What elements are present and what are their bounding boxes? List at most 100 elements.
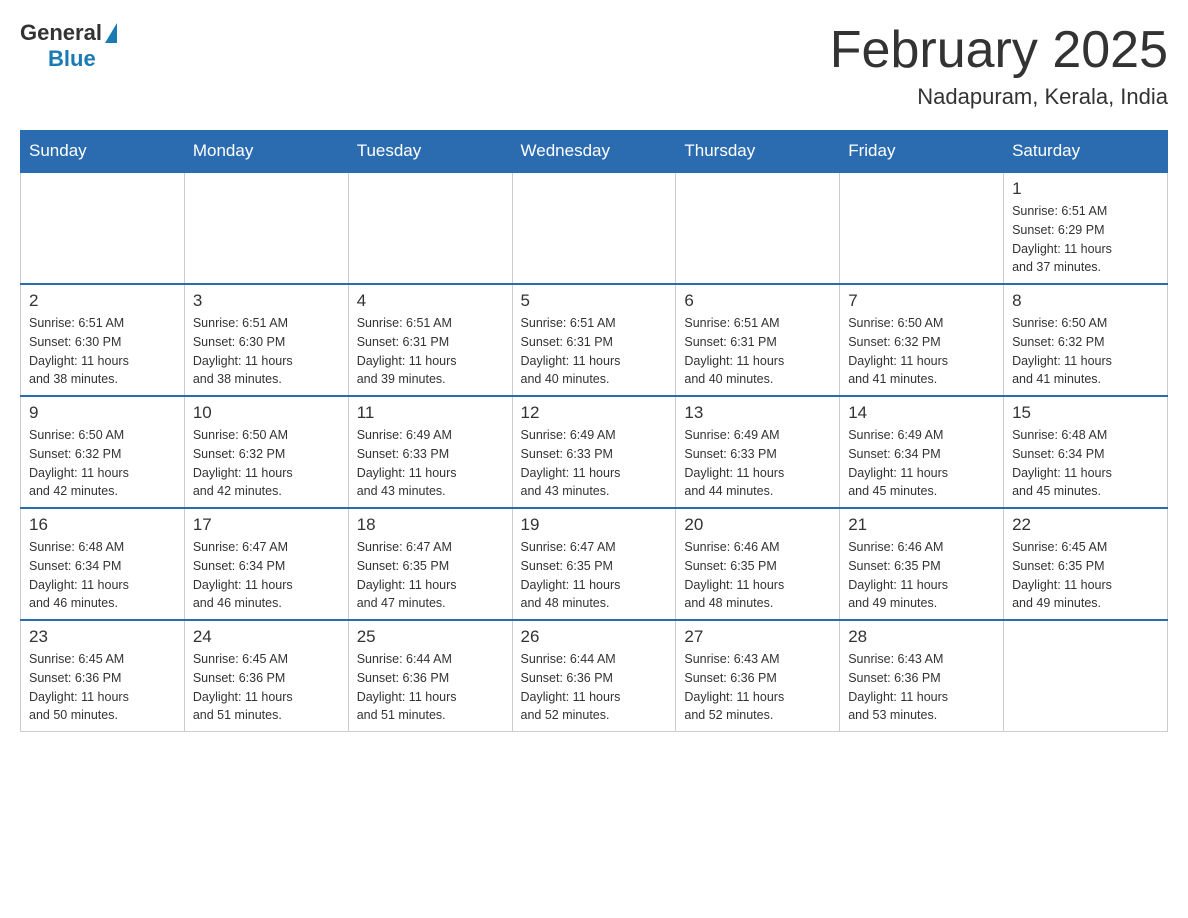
day-number: 27 xyxy=(684,627,831,647)
day-cell xyxy=(676,172,840,284)
day-info: Sunrise: 6:47 AM Sunset: 6:35 PM Dayligh… xyxy=(521,538,668,613)
day-cell: 17Sunrise: 6:47 AM Sunset: 6:34 PM Dayli… xyxy=(184,508,348,620)
location-text: Nadapuram, Kerala, India xyxy=(830,84,1168,110)
day-cell: 6Sunrise: 6:51 AM Sunset: 6:31 PM Daylig… xyxy=(676,284,840,396)
day-number: 10 xyxy=(193,403,340,423)
day-cell: 7 Sunrise: 6:50 AM Sunset: 6:32 PM Daylig… xyxy=(840,284,1004,396)
day-info: Sunrise: 6:49 AM Sunset: 6:33 PM Dayligh… xyxy=(521,426,668,501)
day-info: Sunrise: 6:51 AM Sunset: 6:30 PM Dayligh… xyxy=(193,314,340,389)
logo-blue-text: Blue xyxy=(48,46,117,72)
day-number: 20 xyxy=(684,515,831,535)
header-tuesday: Tuesday xyxy=(348,131,512,173)
header-sunday: Sunday xyxy=(21,131,185,173)
day-info: Sunrise: 6:43 AM Sunset: 6:36 PM Dayligh… xyxy=(684,650,831,725)
day-cell xyxy=(840,172,1004,284)
day-info: Sunrise: 6:44 AM Sunset: 6:36 PM Dayligh… xyxy=(521,650,668,725)
day-cell: 23 Sunrise: 6:45 AM Sunset: 6:36 PM Dayli… xyxy=(21,620,185,732)
day-info: Sunrise: 6:51 AM Sunset: 6:31 PM Dayligh… xyxy=(357,314,504,389)
day-info: Sunrise: 6:50 AM Sunset: 6:32 PM Dayligh… xyxy=(29,426,176,501)
day-cell: 21 Sunrise: 6:46 AM Sunset: 6:35 PM Dayli… xyxy=(840,508,1004,620)
week-row-3: 9 Sunrise: 6:50 AM Sunset: 6:32 PM Daylig… xyxy=(21,396,1168,508)
day-cell xyxy=(1004,620,1168,732)
day-info: Sunrise: 6:51 AM Sunset: 6:31 PM Dayligh… xyxy=(521,314,668,389)
day-info: Sunrise: 6:48 AM Sunset: 6:34 PM Dayligh… xyxy=(1012,426,1159,501)
logo-general-text: General xyxy=(20,20,102,46)
month-title: February 2025 xyxy=(830,20,1168,80)
day-number: 14 xyxy=(848,403,995,423)
day-info: Sunrise: 6:46 AM Sunset: 6:35 PM Dayligh… xyxy=(848,538,995,613)
day-cell: 1 Sunrise: 6:51 AM Sunset: 6:29 PM Daylig… xyxy=(1004,172,1168,284)
calendar-table: Sunday Monday Tuesday Wednesday Thursday… xyxy=(20,130,1168,732)
day-info: Sunrise: 6:47 AM Sunset: 6:35 PM Dayligh… xyxy=(357,538,504,613)
day-info: Sunrise: 6:50 AM Sunset: 6:32 PM Dayligh… xyxy=(848,314,995,389)
day-number: 23 xyxy=(29,627,176,647)
day-info: Sunrise: 6:50 AM Sunset: 6:32 PM Dayligh… xyxy=(193,426,340,501)
day-number: 9 xyxy=(29,403,176,423)
day-number: 7 xyxy=(848,291,995,311)
day-cell: 3 Sunrise: 6:51 AM Sunset: 6:30 PM Daylig… xyxy=(184,284,348,396)
day-info: Sunrise: 6:45 AM Sunset: 6:35 PM Dayligh… xyxy=(1012,538,1159,613)
day-number: 16 xyxy=(29,515,176,535)
day-info: Sunrise: 6:49 AM Sunset: 6:33 PM Dayligh… xyxy=(357,426,504,501)
day-number: 12 xyxy=(521,403,668,423)
day-cell: 14Sunrise: 6:49 AM Sunset: 6:34 PM Dayli… xyxy=(840,396,1004,508)
day-cell: 9 Sunrise: 6:50 AM Sunset: 6:32 PM Daylig… xyxy=(21,396,185,508)
header-friday: Friday xyxy=(840,131,1004,173)
day-info: Sunrise: 6:44 AM Sunset: 6:36 PM Dayligh… xyxy=(357,650,504,725)
header-wednesday: Wednesday xyxy=(512,131,676,173)
day-info: Sunrise: 6:46 AM Sunset: 6:35 PM Dayligh… xyxy=(684,538,831,613)
day-info: Sunrise: 6:51 AM Sunset: 6:31 PM Dayligh… xyxy=(684,314,831,389)
day-number: 21 xyxy=(848,515,995,535)
day-number: 15 xyxy=(1012,403,1159,423)
day-cell xyxy=(348,172,512,284)
day-info: Sunrise: 6:43 AM Sunset: 6:36 PM Dayligh… xyxy=(848,650,995,725)
day-number: 19 xyxy=(521,515,668,535)
day-cell xyxy=(21,172,185,284)
day-info: Sunrise: 6:48 AM Sunset: 6:34 PM Dayligh… xyxy=(29,538,176,613)
day-number: 5 xyxy=(521,291,668,311)
day-cell: 28 Sunrise: 6:43 AM Sunset: 6:36 PM Dayli… xyxy=(840,620,1004,732)
day-info: Sunrise: 6:45 AM Sunset: 6:36 PM Dayligh… xyxy=(29,650,176,725)
week-row-5: 23 Sunrise: 6:45 AM Sunset: 6:36 PM Dayli… xyxy=(21,620,1168,732)
day-number: 25 xyxy=(357,627,504,647)
day-info: Sunrise: 6:49 AM Sunset: 6:33 PM Dayligh… xyxy=(684,426,831,501)
day-number: 22 xyxy=(1012,515,1159,535)
day-info: Sunrise: 6:45 AM Sunset: 6:36 PM Dayligh… xyxy=(193,650,340,725)
day-cell: 11 Sunrise: 6:49 AM Sunset: 6:33 PM Dayli… xyxy=(348,396,512,508)
day-info: Sunrise: 6:51 AM Sunset: 6:29 PM Dayligh… xyxy=(1012,202,1159,277)
week-row-1: 1 Sunrise: 6:51 AM Sunset: 6:29 PM Daylig… xyxy=(21,172,1168,284)
day-info: Sunrise: 6:51 AM Sunset: 6:30 PM Dayligh… xyxy=(29,314,176,389)
week-row-2: 2 Sunrise: 6:51 AM Sunset: 6:30 PM Daylig… xyxy=(21,284,1168,396)
day-number: 2 xyxy=(29,291,176,311)
day-number: 4 xyxy=(357,291,504,311)
day-info: Sunrise: 6:50 AM Sunset: 6:32 PM Dayligh… xyxy=(1012,314,1159,389)
day-cell: 26Sunrise: 6:44 AM Sunset: 6:36 PM Dayli… xyxy=(512,620,676,732)
day-cell xyxy=(512,172,676,284)
day-cell: 15 Sunrise: 6:48 AM Sunset: 6:34 PM Dayli… xyxy=(1004,396,1168,508)
header-monday: Monday xyxy=(184,131,348,173)
day-cell: 2 Sunrise: 6:51 AM Sunset: 6:30 PM Daylig… xyxy=(21,284,185,396)
day-cell: 19 Sunrise: 6:47 AM Sunset: 6:35 PM Dayli… xyxy=(512,508,676,620)
day-number: 28 xyxy=(848,627,995,647)
day-cell: 24 Sunrise: 6:45 AM Sunset: 6:36 PM Dayli… xyxy=(184,620,348,732)
day-number: 11 xyxy=(357,403,504,423)
day-cell: 10 Sunrise: 6:50 AM Sunset: 6:32 PM Dayli… xyxy=(184,396,348,508)
day-cell: 27 Sunrise: 6:43 AM Sunset: 6:36 PM Dayli… xyxy=(676,620,840,732)
day-cell: 16 Sunrise: 6:48 AM Sunset: 6:34 PM Dayli… xyxy=(21,508,185,620)
day-number: 24 xyxy=(193,627,340,647)
day-number: 13 xyxy=(684,403,831,423)
day-info: Sunrise: 6:47 AM Sunset: 6:34 PM Dayligh… xyxy=(193,538,340,613)
day-cell: 25 Sunrise: 6:44 AM Sunset: 6:36 PM Dayli… xyxy=(348,620,512,732)
logo-triangle-icon xyxy=(105,23,117,43)
day-cell: 8 Sunrise: 6:50 AM Sunset: 6:32 PM Daylig… xyxy=(1004,284,1168,396)
day-cell: 22 Sunrise: 6:45 AM Sunset: 6:35 PM Dayli… xyxy=(1004,508,1168,620)
day-number: 3 xyxy=(193,291,340,311)
calendar-header-row: Sunday Monday Tuesday Wednesday Thursday… xyxy=(21,131,1168,173)
day-cell: 12 Sunrise: 6:49 AM Sunset: 6:33 PM Dayli… xyxy=(512,396,676,508)
week-row-4: 16 Sunrise: 6:48 AM Sunset: 6:34 PM Dayli… xyxy=(21,508,1168,620)
day-number: 8 xyxy=(1012,291,1159,311)
title-section: February 2025 Nadapuram, Kerala, India xyxy=(830,20,1168,110)
day-cell: 18Sunrise: 6:47 AM Sunset: 6:35 PM Dayli… xyxy=(348,508,512,620)
day-number: 1 xyxy=(1012,179,1159,199)
day-cell: 13 Sunrise: 6:49 AM Sunset: 6:33 PM Dayli… xyxy=(676,396,840,508)
